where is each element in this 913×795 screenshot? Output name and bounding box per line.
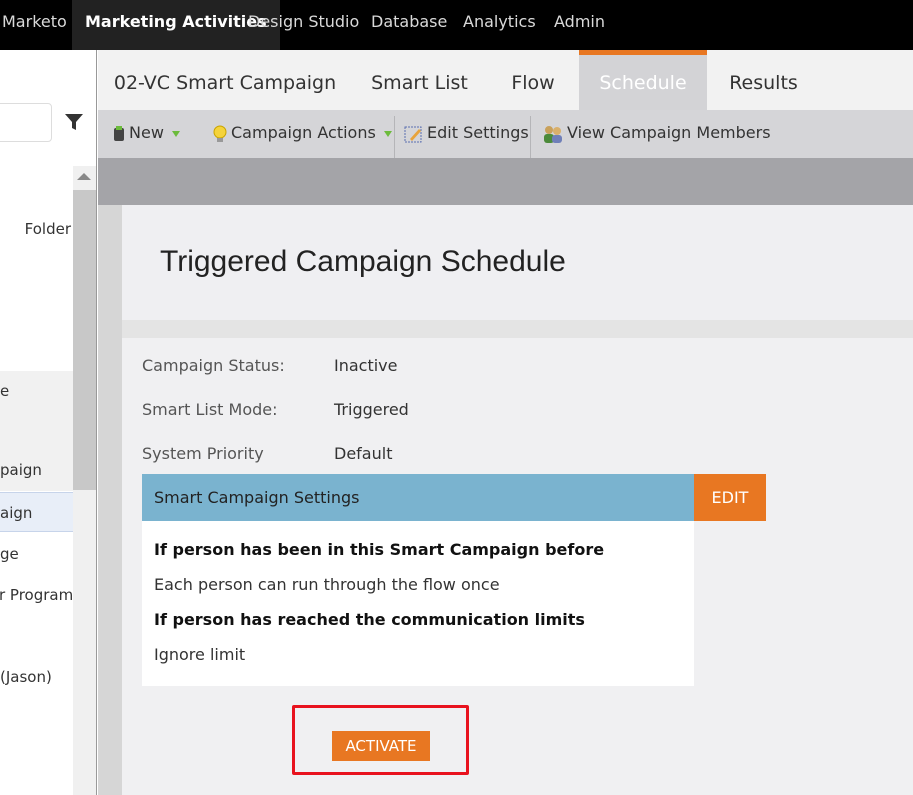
- top-navigation: Marketo Marketing Activities Design Stud…: [0, 0, 913, 50]
- tree-item[interactable]: (Jason): [0, 657, 73, 697]
- tab-schedule[interactable]: Schedule: [579, 50, 707, 110]
- tree-item[interactable]: r Program: [0, 575, 73, 615]
- filter-icon[interactable]: [64, 112, 84, 132]
- campaign-status-label: Campaign Status:: [142, 356, 285, 375]
- tab-flow[interactable]: Flow: [487, 50, 579, 110]
- edit-settings-button[interactable]: Edit Settings: [404, 110, 529, 158]
- tab-campaign-name[interactable]: 02-VC Smart Campaign: [98, 50, 352, 110]
- members-icon: [544, 125, 562, 143]
- caret-down-icon: [171, 130, 180, 137]
- tree-item[interactable]: paign: [0, 411, 73, 491]
- rule-heading: If person has reached the communication …: [154, 610, 585, 629]
- campaign-tabs: 02-VC Smart Campaign Smart List Flow Sch…: [98, 50, 913, 110]
- nav-marketo[interactable]: Marketo: [2, 0, 67, 50]
- sidebar-scrollbar-thumb[interactable]: [73, 190, 96, 490]
- new-button[interactable]: New: [112, 110, 180, 158]
- campaign-actions-label: Campaign Actions: [231, 123, 376, 142]
- view-campaign-members-button[interactable]: View Campaign Members: [542, 110, 771, 158]
- nav-analytics[interactable]: Analytics: [463, 0, 536, 50]
- lightbulb-icon: [213, 125, 227, 142]
- system-priority-value: Default: [334, 444, 393, 463]
- smart-list-mode-label: Smart List Mode:: [142, 400, 278, 419]
- tree-item[interactable]: Folder: [0, 209, 73, 249]
- settings-header-title: Smart Campaign Settings: [154, 488, 360, 507]
- new-label: New: [129, 123, 164, 142]
- schedule-header-panel: Triggered Campaign Schedule: [122, 205, 913, 320]
- scroll-up-arrow-icon[interactable]: [77, 173, 91, 180]
- sidebar-tree: Folder e paign aign ge r Program (Jason): [0, 50, 97, 795]
- activate-button[interactable]: ACTIVATE: [332, 731, 430, 761]
- tree-item-selected[interactable]: aign: [0, 492, 73, 532]
- new-icon: [114, 125, 124, 141]
- system-priority-label: System Priority: [142, 444, 264, 463]
- smart-campaign-settings-body: If person has been in this Smart Campaig…: [142, 521, 694, 686]
- nav-design-studio[interactable]: Design Studio: [248, 0, 359, 50]
- smart-campaign-settings-header: Smart Campaign Settings: [142, 474, 694, 521]
- tree-item[interactable]: ge: [0, 534, 73, 574]
- edit-settings-icon: [404, 126, 422, 142]
- tree-item[interactable]: e: [0, 371, 73, 411]
- tab-results[interactable]: Results: [707, 50, 820, 110]
- smart-list-mode-value: Triggered: [334, 400, 409, 419]
- toolbar-divider: [394, 116, 395, 158]
- tab-smart-list[interactable]: Smart List: [352, 50, 487, 110]
- campaign-actions-button[interactable]: Campaign Actions: [212, 110, 392, 158]
- view-campaign-members-label: View Campaign Members: [567, 123, 771, 142]
- campaign-status-value: Inactive: [334, 356, 398, 375]
- rule-value: Ignore limit: [154, 645, 246, 664]
- edit-settings-edit-button[interactable]: EDIT: [694, 474, 766, 521]
- toolbar-divider: [530, 116, 531, 158]
- nav-database[interactable]: Database: [371, 0, 447, 50]
- caret-down-icon: [383, 130, 392, 137]
- content-left-strip: [98, 205, 122, 795]
- page-title: Triggered Campaign Schedule: [160, 245, 566, 278]
- edit-settings-label: Edit Settings: [427, 123, 529, 142]
- tree-search-input[interactable]: [0, 103, 52, 142]
- toolbar-subbar: [98, 158, 913, 205]
- nav-admin[interactable]: Admin: [554, 0, 605, 50]
- rule-value: Each person can run through the flow onc…: [154, 575, 500, 594]
- toolbar: New Campaign Actions Edit Settings View …: [98, 110, 913, 158]
- rule-heading: If person has been in this Smart Campaig…: [154, 540, 605, 559]
